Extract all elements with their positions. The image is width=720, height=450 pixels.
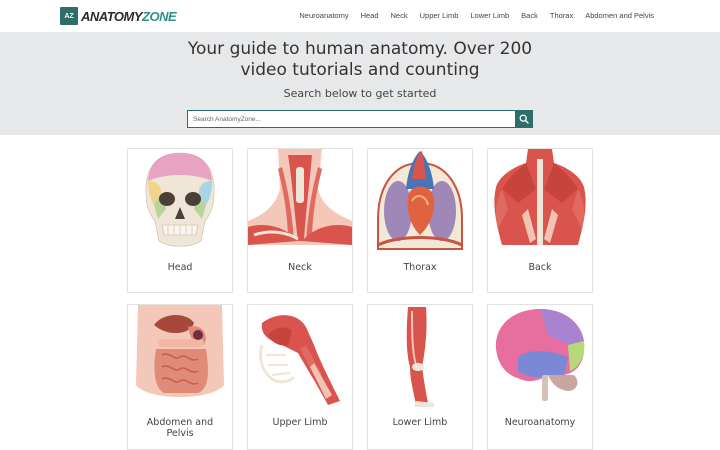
card-label-lower-limb: Lower Limb [392, 417, 448, 428]
hero-title: Your guide to human anatomy. Over 200 vi… [187, 39, 533, 80]
card-thorax[interactable]: Thorax [367, 148, 473, 293]
nav-link-back[interactable]: Back [521, 11, 538, 20]
hero-section: Your guide to human anatomy. Over 200 vi… [0, 32, 720, 135]
nav-link-head[interactable]: Head [361, 11, 379, 20]
upper-limb-illustration [258, 315, 340, 405]
logo-wordmark: ANATOMYZONE [81, 8, 177, 24]
nav-link-thorax[interactable]: Thorax [550, 11, 573, 20]
card-lower-limb[interactable]: Lower Limb [367, 304, 473, 450]
lower-limb-illustration [406, 307, 434, 407]
nav-link-lower-limb[interactable]: Lower Limb [470, 11, 509, 20]
site-logo[interactable]: AZ ANATOMYZONE [60, 7, 177, 25]
search-button[interactable] [515, 110, 533, 128]
thorax-illustration [377, 151, 463, 250]
nav-link-neck[interactable]: Neck [391, 11, 408, 20]
nav-link-neuroanatomy[interactable]: Neuroanatomy [299, 11, 348, 20]
card-label-head: Head [167, 262, 193, 273]
logo-mark-icon: AZ [60, 7, 78, 25]
neck-illustration [248, 149, 352, 245]
card-label-neck: Neck [288, 262, 312, 273]
card-label-neuroanatomy: Neuroanatomy [504, 417, 576, 428]
back-illustration [494, 149, 586, 245]
search-icon [519, 114, 529, 124]
top-navbar: AZ ANATOMYZONE Neuroanatomy Head Neck Up… [0, 0, 720, 32]
card-label-upper-limb: Upper Limb [272, 417, 328, 428]
search-input[interactable] [187, 110, 515, 128]
card-back[interactable]: Back [487, 148, 593, 293]
card-label-thorax: Thorax [403, 262, 437, 273]
hero-subtitle: Search below to get started [283, 87, 437, 100]
card-abdomen-pelvis[interactable]: Abdomen and Pelvis [127, 304, 233, 450]
brain-illustration [495, 309, 585, 401]
card-label-back: Back [528, 262, 552, 273]
abdomen-illustration [136, 305, 224, 397]
nav-link-upper-limb[interactable]: Upper Limb [420, 11, 459, 20]
nav-link-abdomen-pelvis[interactable]: Abdomen and Pelvis [585, 11, 654, 20]
skull-illustration [145, 152, 215, 247]
card-head[interactable]: Head [127, 148, 233, 293]
card-neck[interactable]: Neck [247, 148, 353, 293]
main-nav: Neuroanatomy Head Neck Upper Limb Lower … [299, 11, 654, 20]
card-label-abdomen-pelvis: Abdomen and Pelvis [146, 417, 214, 439]
card-upper-limb[interactable]: Upper Limb [247, 304, 353, 450]
card-neuroanatomy[interactable]: Neuroanatomy [487, 304, 593, 450]
search-bar [187, 110, 533, 128]
